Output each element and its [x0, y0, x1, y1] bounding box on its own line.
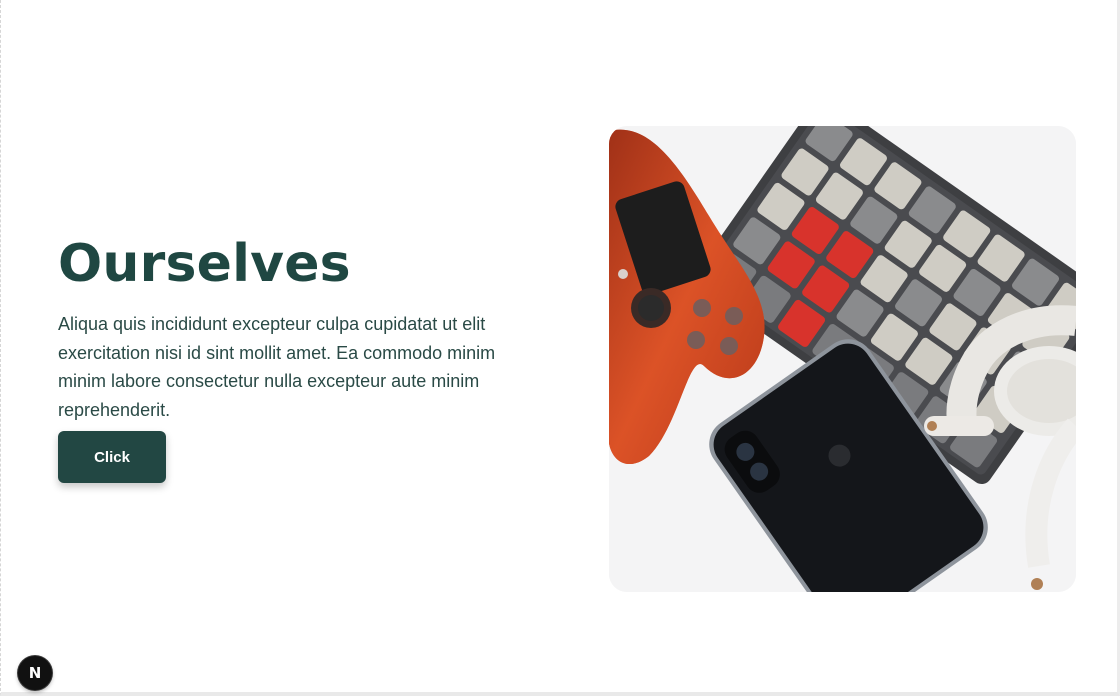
click-button[interactable]: Click: [58, 431, 166, 483]
hero-description: Aliqua quis incididunt excepteur culpa c…: [58, 314, 496, 420]
hero-image: [609, 126, 1076, 592]
page: Ourselves Aliqua quis incididunt excepte…: [0, 0, 1120, 696]
nextjs-logo-icon[interactable]: N: [18, 656, 52, 690]
hero-title: Ourselves: [58, 234, 351, 294]
dev-badge-letter: N: [28, 664, 42, 682]
hero-text-section: Ourselves Aliqua quis incididunt excepte…: [58, 232, 538, 424]
